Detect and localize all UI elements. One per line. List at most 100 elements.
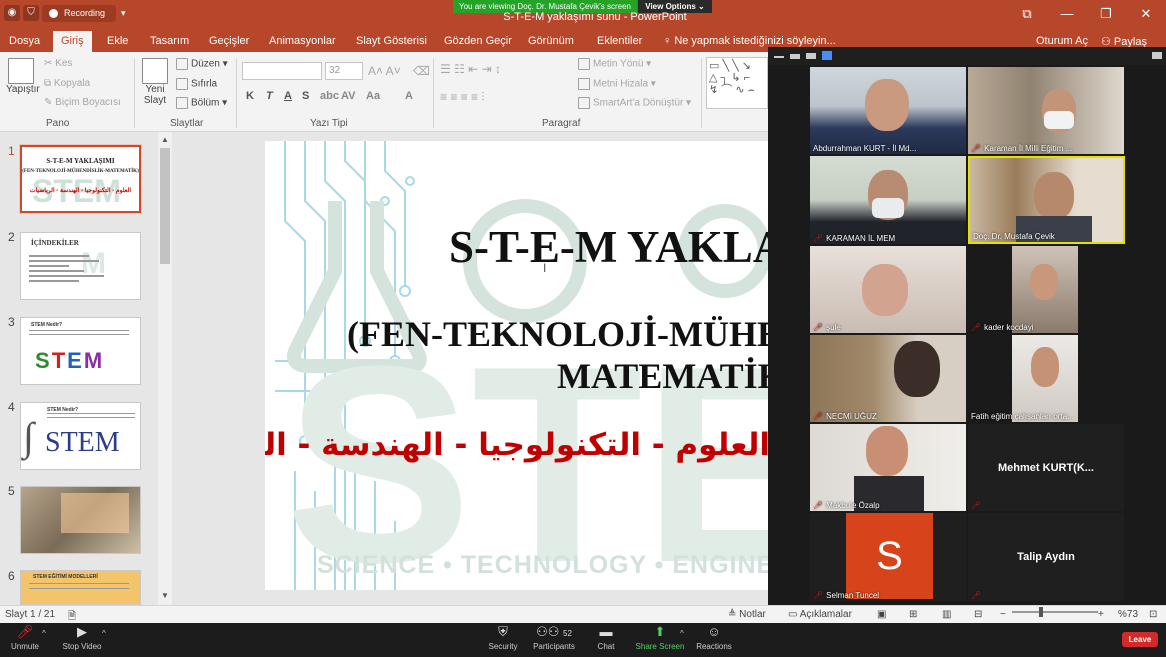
shield-icon[interactable]: ⛉: [23, 5, 39, 21]
paste-button[interactable]: Yapıştır: [6, 58, 40, 95]
participant-tile[interactable]: 🎤︎ kader kocdayi: [968, 246, 1124, 333]
shadow-button[interactable]: S: [302, 90, 309, 102]
tab-slideshow[interactable]: Slayt Gösterisi: [356, 35, 427, 47]
slide-arabic-subtitle[interactable]: العلوم - التكنولوجيا - الهندسة - الرياضي…: [265, 427, 768, 463]
active-speaker-tile[interactable]: Doç. Dr. Mustafa Çevik: [968, 156, 1125, 244]
participant-tile[interactable]: S 🎤︎ Selman Tuncel: [810, 513, 966, 601]
ribbon-display-icon[interactable]: ⧉: [1017, 6, 1037, 22]
shapes-gallery[interactable]: ▭ ╲ ╲ ↘ △ ┐ ↳ ⌐ ↯ ⌒ ∿ ⌢: [706, 57, 768, 109]
reset-button[interactable]: Sıfırla: [176, 78, 217, 90]
participant-tile[interactable]: 🎤︎ NECMİ UĞUZ: [810, 335, 966, 422]
cut-button[interactable]: ✂ Kes: [44, 58, 72, 69]
participant-tile[interactable]: 🎤︎ Karaman İl Milli Eğitim ...: [968, 67, 1124, 154]
notes-button[interactable]: ≜ Notlar: [728, 609, 766, 620]
italic-button[interactable]: T: [266, 90, 273, 102]
zoom-in-icon[interactable]: +: [1098, 609, 1104, 620]
current-slide[interactable]: STE S-T-E-M YAKLAŞIMI (FEN-TEKNOLOJİ-MÜH…: [265, 141, 768, 590]
text-direction-button[interactable]: Metin Yönü ▾: [578, 58, 651, 70]
char-spacing-icon[interactable]: AV: [341, 90, 355, 102]
font-size-field[interactable]: 32: [325, 62, 363, 80]
slide-subtitle-line1[interactable]: (FEN-TEKNOLOJİ-MÜHENDİSLİK-: [347, 313, 768, 355]
tab-view[interactable]: Görünüm: [528, 35, 574, 47]
tab-animations[interactable]: Animasyonlar: [269, 35, 336, 47]
comments-button[interactable]: ▭ Açıklamalar: [788, 609, 852, 620]
tab-insert[interactable]: Ekle: [107, 35, 128, 47]
normal-view-icon[interactable]: ▣: [877, 609, 886, 620]
section-button[interactable]: Bölüm ▾: [176, 97, 227, 109]
tab-design[interactable]: Tasarım: [150, 35, 189, 47]
participant-tile[interactable]: 🎤︎ KARAMAN İL MEM: [810, 156, 966, 244]
strip-view-icon[interactable]: [806, 53, 816, 59]
unmute-button[interactable]: 🎤︎ Unmute: [0, 624, 55, 652]
slide-title[interactable]: S-T-E-M YAKLAŞIMI: [449, 221, 768, 273]
exit-panel-icon[interactable]: [1152, 52, 1162, 59]
participants-button[interactable]: ⚇⚇ 52 Participants: [524, 625, 584, 652]
participant-name: 🎤︎ Selman Tuncel: [813, 591, 879, 600]
single-view-icon[interactable]: [790, 54, 800, 59]
audio-options-caret-icon[interactable]: ^: [42, 629, 46, 638]
slide-thumbnail-3[interactable]: STEM Nedir? STEM: [20, 317, 141, 385]
zoom-out-icon[interactable]: −: [1000, 609, 1006, 620]
person-face: [1031, 347, 1059, 387]
slide-thumbnail-1[interactable]: STEM S-T-E-M YAKLAŞIMI (FEN-TEKNOLOJİ-MÜ…: [20, 145, 141, 213]
recording-indicator[interactable]: Recording: [42, 5, 116, 22]
strikethrough-icon[interactable]: abc: [320, 90, 339, 102]
tab-addins[interactable]: Eklentiler: [597, 35, 642, 47]
tab-review[interactable]: Gözden Geçir: [444, 35, 512, 47]
reactions-button[interactable]: ☺ Reactions: [684, 625, 744, 652]
quick-access-more-icon[interactable]: ▾: [121, 8, 126, 19]
slide-sorter-icon[interactable]: ⊞: [909, 609, 917, 620]
format-painter-button[interactable]: ✎ Biçim Boyacısı: [44, 97, 121, 108]
fit-slide-icon[interactable]: ⊡: [1149, 609, 1157, 620]
participant-tile[interactable]: Mehmet KURT(K... 🎤︎: [968, 424, 1124, 511]
tell-me-search[interactable]: ♀ Ne yapmak istediğinizi söyleyin...: [663, 35, 836, 47]
font-name-field[interactable]: [242, 62, 322, 80]
bullets-icon[interactable]: ☰ ☷ ⇤ ⇥ ↕: [440, 62, 501, 76]
chat-button[interactable]: ▬ Chat: [576, 625, 636, 652]
font-color-icon[interactable]: A: [405, 90, 413, 102]
scroll-thumb[interactable]: [160, 148, 170, 264]
change-case-icon[interactable]: Aa: [366, 90, 380, 102]
align-icons[interactable]: ≡ ≡ ≡ ≡ ⫶: [440, 90, 484, 105]
minimize-icon[interactable]: —: [1057, 6, 1077, 21]
zoom-level[interactable]: %73: [1118, 609, 1138, 620]
muted-mic-icon: 🎤︎: [16, 624, 34, 639]
slide-subtitle-line2[interactable]: MATEMATİK): [557, 355, 768, 397]
zoom-slider[interactable]: [1012, 607, 1098, 617]
participant-tile[interactable]: Talip Aydın 🎤︎: [968, 513, 1124, 601]
maximize-icon[interactable]: ❐: [1096, 6, 1116, 22]
slide-thumbnail-4[interactable]: STEM Nedir? ∫ STEM: [20, 402, 141, 470]
signin-link[interactable]: Oturum Aç: [1036, 35, 1088, 47]
copy-button[interactable]: ⧉ Kopyala: [44, 78, 90, 89]
slide-thumbnail-6[interactable]: STEM EĞİTİMİ MODELLERİ: [20, 570, 141, 605]
zoom-slider-knob[interactable]: [1039, 607, 1043, 617]
minimize-gallery-icon[interactable]: [774, 56, 784, 58]
scroll-up-icon[interactable]: ▲: [158, 134, 172, 146]
underline-button[interactable]: A: [284, 90, 292, 102]
align-text-button[interactable]: Metni Hizala ▾: [578, 78, 656, 90]
gallery-view-icon[interactable]: [822, 51, 832, 60]
leave-button[interactable]: Leave: [1122, 632, 1158, 647]
tab-home[interactable]: Giriş: [53, 31, 92, 52]
tab-transitions[interactable]: Geçişler: [209, 35, 249, 47]
participant-tile[interactable]: 🎤︎ Makbule Özalp: [810, 424, 966, 511]
new-slide-button[interactable]: Yeni Slayt: [140, 58, 170, 106]
participant-tile[interactable]: Fatih eğitim çalışanları orta...: [968, 335, 1124, 422]
thumbnail-scrollbar[interactable]: ▲ ▼: [158, 132, 172, 605]
zoom-app-icon[interactable]: ◉: [4, 5, 20, 21]
slide-thumbnail-2[interactable]: M İÇİNDEKİLER: [20, 232, 141, 300]
tab-file[interactable]: Dosya: [9, 35, 40, 47]
video-options-caret-icon[interactable]: ^: [102, 629, 106, 638]
grow-font-icon[interactable]: A˄ A˅: [368, 64, 401, 78]
smartart-button[interactable]: SmartArt'a Dönüştür ▾: [578, 97, 691, 109]
participant-tile[interactable]: Abdurrahman KURT - İl Md...: [810, 67, 966, 154]
bold-button[interactable]: K: [246, 90, 254, 102]
scroll-down-icon[interactable]: ▼: [158, 590, 172, 602]
clear-format-icon[interactable]: ⌫: [413, 64, 430, 78]
reading-view-icon[interactable]: ▥: [942, 609, 951, 620]
participant-tile[interactable]: 🎤︎ şule: [810, 246, 966, 333]
close-icon[interactable]: ✕: [1136, 6, 1156, 22]
slide-thumbnail-5[interactable]: [20, 486, 141, 554]
slideshow-view-icon[interactable]: ⊟: [974, 609, 982, 620]
layout-button[interactable]: Düzen ▾: [176, 58, 228, 70]
